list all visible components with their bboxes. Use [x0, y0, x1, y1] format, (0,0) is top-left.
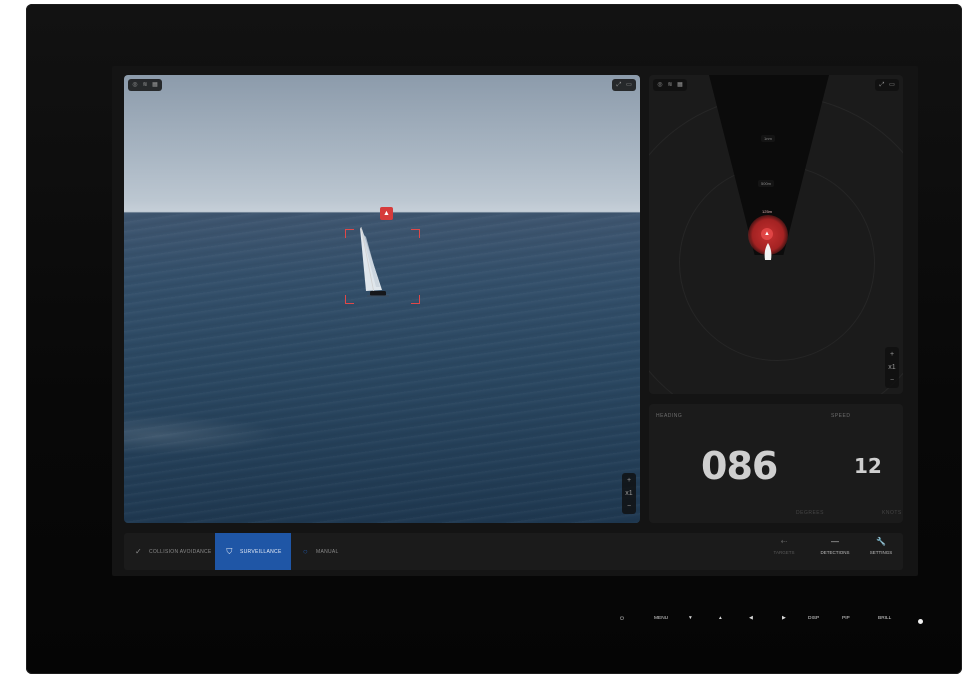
camera-view[interactable]: ◎ ≋ ▦ ⤢ ▭ ▲ + x1 −: [124, 75, 640, 523]
detections-button[interactable]: — DETECTIONS: [815, 537, 855, 556]
camera-toolbar-right: ⤢ ▭: [612, 79, 636, 91]
targets-icon: ⇠: [780, 537, 788, 546]
mode-collision-avoidance[interactable]: ✓ COLLISION AVOIDANCE: [134, 533, 212, 570]
radar-toolbar-left: ◎ ≋ ▦: [653, 79, 687, 91]
mode-label: COLLISION AVOIDANCE: [149, 548, 212, 555]
target-icon[interactable]: ◎: [132, 82, 138, 88]
target-alert-marker-radar[interactable]: ▲: [761, 228, 773, 240]
sea-foam: [124, 415, 284, 455]
camera-toolbar-left: ◎ ≋ ▦: [128, 79, 162, 91]
tool-label: SETTINGS: [869, 550, 893, 555]
speed-label: SPEED: [831, 413, 851, 419]
mode-manual[interactable]: ○ MANUAL: [301, 533, 339, 570]
mode-surveillance[interactable]: ⛉ SURVEILLANCE: [215, 533, 291, 570]
bracket-bottom-right: [411, 295, 420, 304]
own-ship-icon: [764, 243, 772, 260]
expand-icon[interactable]: ⤢: [616, 82, 622, 88]
layers-icon[interactable]: ≋: [667, 82, 673, 88]
layers-icon[interactable]: ≋: [142, 82, 148, 88]
mode-label: SURVEILLANCE: [240, 548, 282, 555]
camera-zoom-level: x1: [625, 490, 633, 497]
radar-zoom-in-button[interactable]: +: [890, 351, 894, 358]
screen: ◎ ≋ ▦ ⤢ ▭ ▲ + x1 − ◎ ≋ ▦ ⤢ ▭ 1nm 500m 12…: [112, 66, 918, 576]
heading-unit: DEGREES: [796, 510, 824, 516]
detections-icon: —: [831, 537, 839, 546]
range-label-500m: 500m: [758, 180, 775, 187]
pip-button[interactable]: PIP: [842, 616, 850, 621]
targets-button[interactable]: ⇠ TARGETS: [764, 537, 804, 556]
radar-view[interactable]: ◎ ≋ ▦ ⤢ ▭ 1nm 500m 125m ▲ + x1 −: [649, 75, 903, 394]
tool-label: DETECTIONS: [820, 550, 850, 555]
left-button[interactable]: ◀: [749, 616, 753, 621]
disp-button[interactable]: DISP: [808, 616, 819, 621]
video-icon[interactable]: ▭: [626, 82, 632, 88]
radar-zoom-out-button[interactable]: −: [890, 377, 894, 384]
shield-icon: ⛉: [226, 547, 233, 556]
radar-zoom-control: + x1 −: [885, 347, 899, 388]
circle-icon: ○: [302, 547, 309, 556]
speed-value: 12: [854, 454, 882, 478]
camera-zoom-in-button[interactable]: +: [627, 477, 631, 484]
hardware-button-row: ⏻ MENU ▼ ▲ ◀ ▶ DISP PIP BRILL: [618, 616, 928, 634]
target-icon[interactable]: ◎: [657, 82, 663, 88]
bracket-top-right: [411, 229, 420, 238]
grid-icon[interactable]: ▦: [677, 82, 683, 88]
mode-toolbar: ✓ COLLISION AVOIDANCE ⛉ SURVEILLANCE ○ M…: [124, 533, 903, 570]
target-alert-marker[interactable]: ▲: [380, 207, 393, 220]
heading-value: 086: [701, 444, 778, 488]
warning-triangle-icon: ▲: [383, 210, 390, 217]
brill-button[interactable]: BRILL: [878, 616, 891, 621]
settings-button[interactable]: 🔧 SETTINGS: [861, 537, 901, 556]
tool-label: TARGETS: [773, 550, 795, 555]
sailboat[interactable]: [352, 225, 402, 305]
heading-label: HEADING: [656, 413, 683, 419]
power-button[interactable]: ⏻: [620, 616, 624, 622]
video-icon[interactable]: ▭: [889, 82, 895, 88]
expand-icon[interactable]: ⤢: [879, 82, 885, 88]
radar-toolbar-right: ⤢ ▭: [875, 79, 899, 91]
down-button[interactable]: ▼: [688, 616, 693, 621]
range-label-1nm: 1nm: [761, 135, 775, 142]
menu-button[interactable]: MENU: [654, 616, 668, 621]
check-circle-icon: ✓: [134, 547, 142, 556]
speed-unit: KNOTS: [882, 510, 902, 516]
navigation-panel: HEADING SPEED 086 12 DEGREES KNOTS: [649, 404, 903, 523]
status-led: [918, 619, 923, 624]
camera-zoom-control: + x1 −: [622, 473, 636, 514]
up-button[interactable]: ▲: [718, 616, 723, 621]
right-button[interactable]: ▶: [782, 616, 786, 621]
warning-triangle-icon: ▲: [764, 231, 770, 237]
grid-icon[interactable]: ▦: [152, 82, 158, 88]
wrench-icon: 🔧: [876, 537, 886, 546]
camera-zoom-out-button[interactable]: −: [627, 503, 631, 510]
radar-zoom-level: x1: [888, 364, 896, 371]
mode-label: MANUAL: [316, 548, 339, 555]
target-distance-label: 125m: [762, 209, 773, 214]
display-bezel: ◎ ≋ ▦ ⤢ ▭ ▲ + x1 − ◎ ≋ ▦ ⤢ ▭ 1nm 500m 12…: [26, 4, 962, 674]
